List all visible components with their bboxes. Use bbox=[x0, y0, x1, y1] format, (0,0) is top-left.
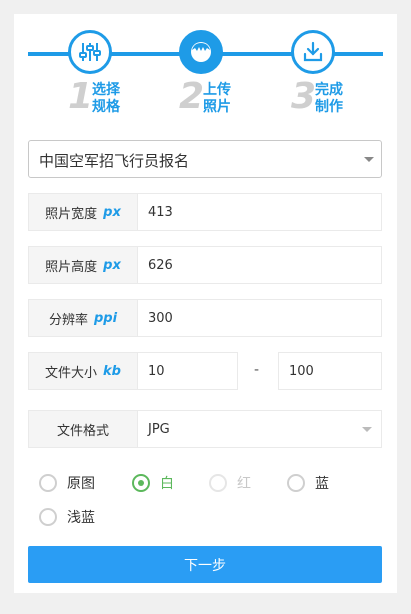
bg-option-white[interactable]: 白 bbox=[132, 472, 174, 494]
step-label: 上传 照片 bbox=[203, 82, 231, 116]
step-number: 3 bbox=[291, 76, 317, 117]
height-row: 照片高度 px 626 bbox=[28, 246, 382, 284]
resolution-label-text: 分辨率 bbox=[48, 312, 88, 328]
filesize-row: 文件大小 kb 10 - 100 bbox=[28, 352, 382, 390]
step-label: 选择 规格 bbox=[92, 82, 120, 116]
filesize-max-input[interactable]: 100 bbox=[278, 352, 382, 390]
step-label-line2: 规格 bbox=[92, 99, 120, 115]
step-indicator: 1 选择 规格 2 上传 照片 3 完成 制作 bbox=[14, 14, 397, 124]
height-input[interactable]: 626 bbox=[137, 246, 382, 284]
resolution-unit: ppi bbox=[93, 310, 118, 326]
step-label: 完成 制作 bbox=[315, 82, 343, 116]
radio-selected-icon bbox=[132, 474, 150, 492]
resolution-row: 分辨率 ppi 300 bbox=[28, 299, 382, 337]
format-select[interactable]: JPG bbox=[137, 410, 382, 448]
step-label-line2: 制作 bbox=[315, 99, 343, 115]
height-label: 照片高度 px bbox=[28, 246, 138, 284]
resolution-input[interactable]: 300 bbox=[137, 299, 382, 337]
sliders-icon bbox=[68, 30, 112, 74]
step-finish: 3 完成 制作 bbox=[291, 30, 381, 130]
spec-select[interactable]: 中国空军招飞行员报名 bbox=[28, 140, 382, 178]
height-unit: px bbox=[103, 257, 121, 273]
step-label-line1: 上传 bbox=[203, 82, 231, 98]
step-upload-photo: 2 上传 照片 bbox=[179, 30, 269, 130]
bg-option-label: 蓝 bbox=[315, 476, 329, 492]
bg-option-label: 白 bbox=[160, 476, 174, 492]
format-row: 文件格式 JPG bbox=[28, 410, 382, 448]
step-label-line1: 完成 bbox=[315, 82, 343, 98]
step-label-line1: 选择 bbox=[92, 82, 120, 98]
download-icon bbox=[291, 30, 335, 74]
bg-option-red: 红 bbox=[209, 472, 251, 494]
step-number: 1 bbox=[68, 76, 94, 117]
format-label: 文件格式 bbox=[28, 410, 138, 448]
bg-option-blue[interactable]: 蓝 bbox=[287, 472, 329, 494]
bg-option-label: 原图 bbox=[67, 476, 95, 492]
bg-option-label: 红 bbox=[237, 476, 251, 492]
next-step-button[interactable]: 下一步 bbox=[28, 546, 382, 583]
filesize-label-text: 文件大小 bbox=[45, 365, 98, 381]
width-row: 照片宽度 px 413 bbox=[28, 193, 382, 231]
step-select-spec: 1 选择 规格 bbox=[68, 30, 158, 130]
width-input[interactable]: 413 bbox=[137, 193, 382, 231]
spec-select-value: 中国空军招飞行员报名 bbox=[39, 152, 190, 170]
radio-icon bbox=[287, 474, 305, 492]
height-label-text: 照片高度 bbox=[45, 259, 98, 275]
portrait-icon bbox=[179, 30, 223, 74]
filesize-unit: kb bbox=[103, 363, 121, 379]
width-label: 照片宽度 px bbox=[28, 193, 138, 231]
format-select-value: JPG bbox=[148, 421, 170, 437]
chevron-down-icon bbox=[364, 157, 374, 162]
filesize-min-input[interactable]: 10 bbox=[137, 352, 238, 390]
range-separator: - bbox=[254, 362, 260, 378]
width-unit: px bbox=[103, 204, 121, 220]
format-label-text: 文件格式 bbox=[56, 423, 109, 439]
resolution-label: 分辨率 ppi bbox=[28, 299, 138, 337]
bg-option-light-blue[interactable]: 浅蓝 bbox=[39, 506, 95, 528]
radio-icon bbox=[39, 508, 57, 526]
radio-disabled-icon bbox=[209, 474, 227, 492]
width-label-text: 照片宽度 bbox=[45, 206, 98, 222]
bg-option-original[interactable]: 原图 bbox=[39, 472, 95, 494]
step-number: 2 bbox=[179, 76, 205, 117]
filesize-label: 文件大小 kb bbox=[28, 352, 138, 390]
chevron-down-icon bbox=[362, 427, 372, 432]
step-label-line2: 照片 bbox=[203, 99, 231, 115]
bg-option-label: 浅蓝 bbox=[67, 510, 95, 526]
radio-icon bbox=[39, 474, 57, 492]
main-card: 1 选择 规格 2 上传 照片 3 完成 制作 中国空军招飞行员报名 照片宽度 … bbox=[14, 14, 397, 593]
